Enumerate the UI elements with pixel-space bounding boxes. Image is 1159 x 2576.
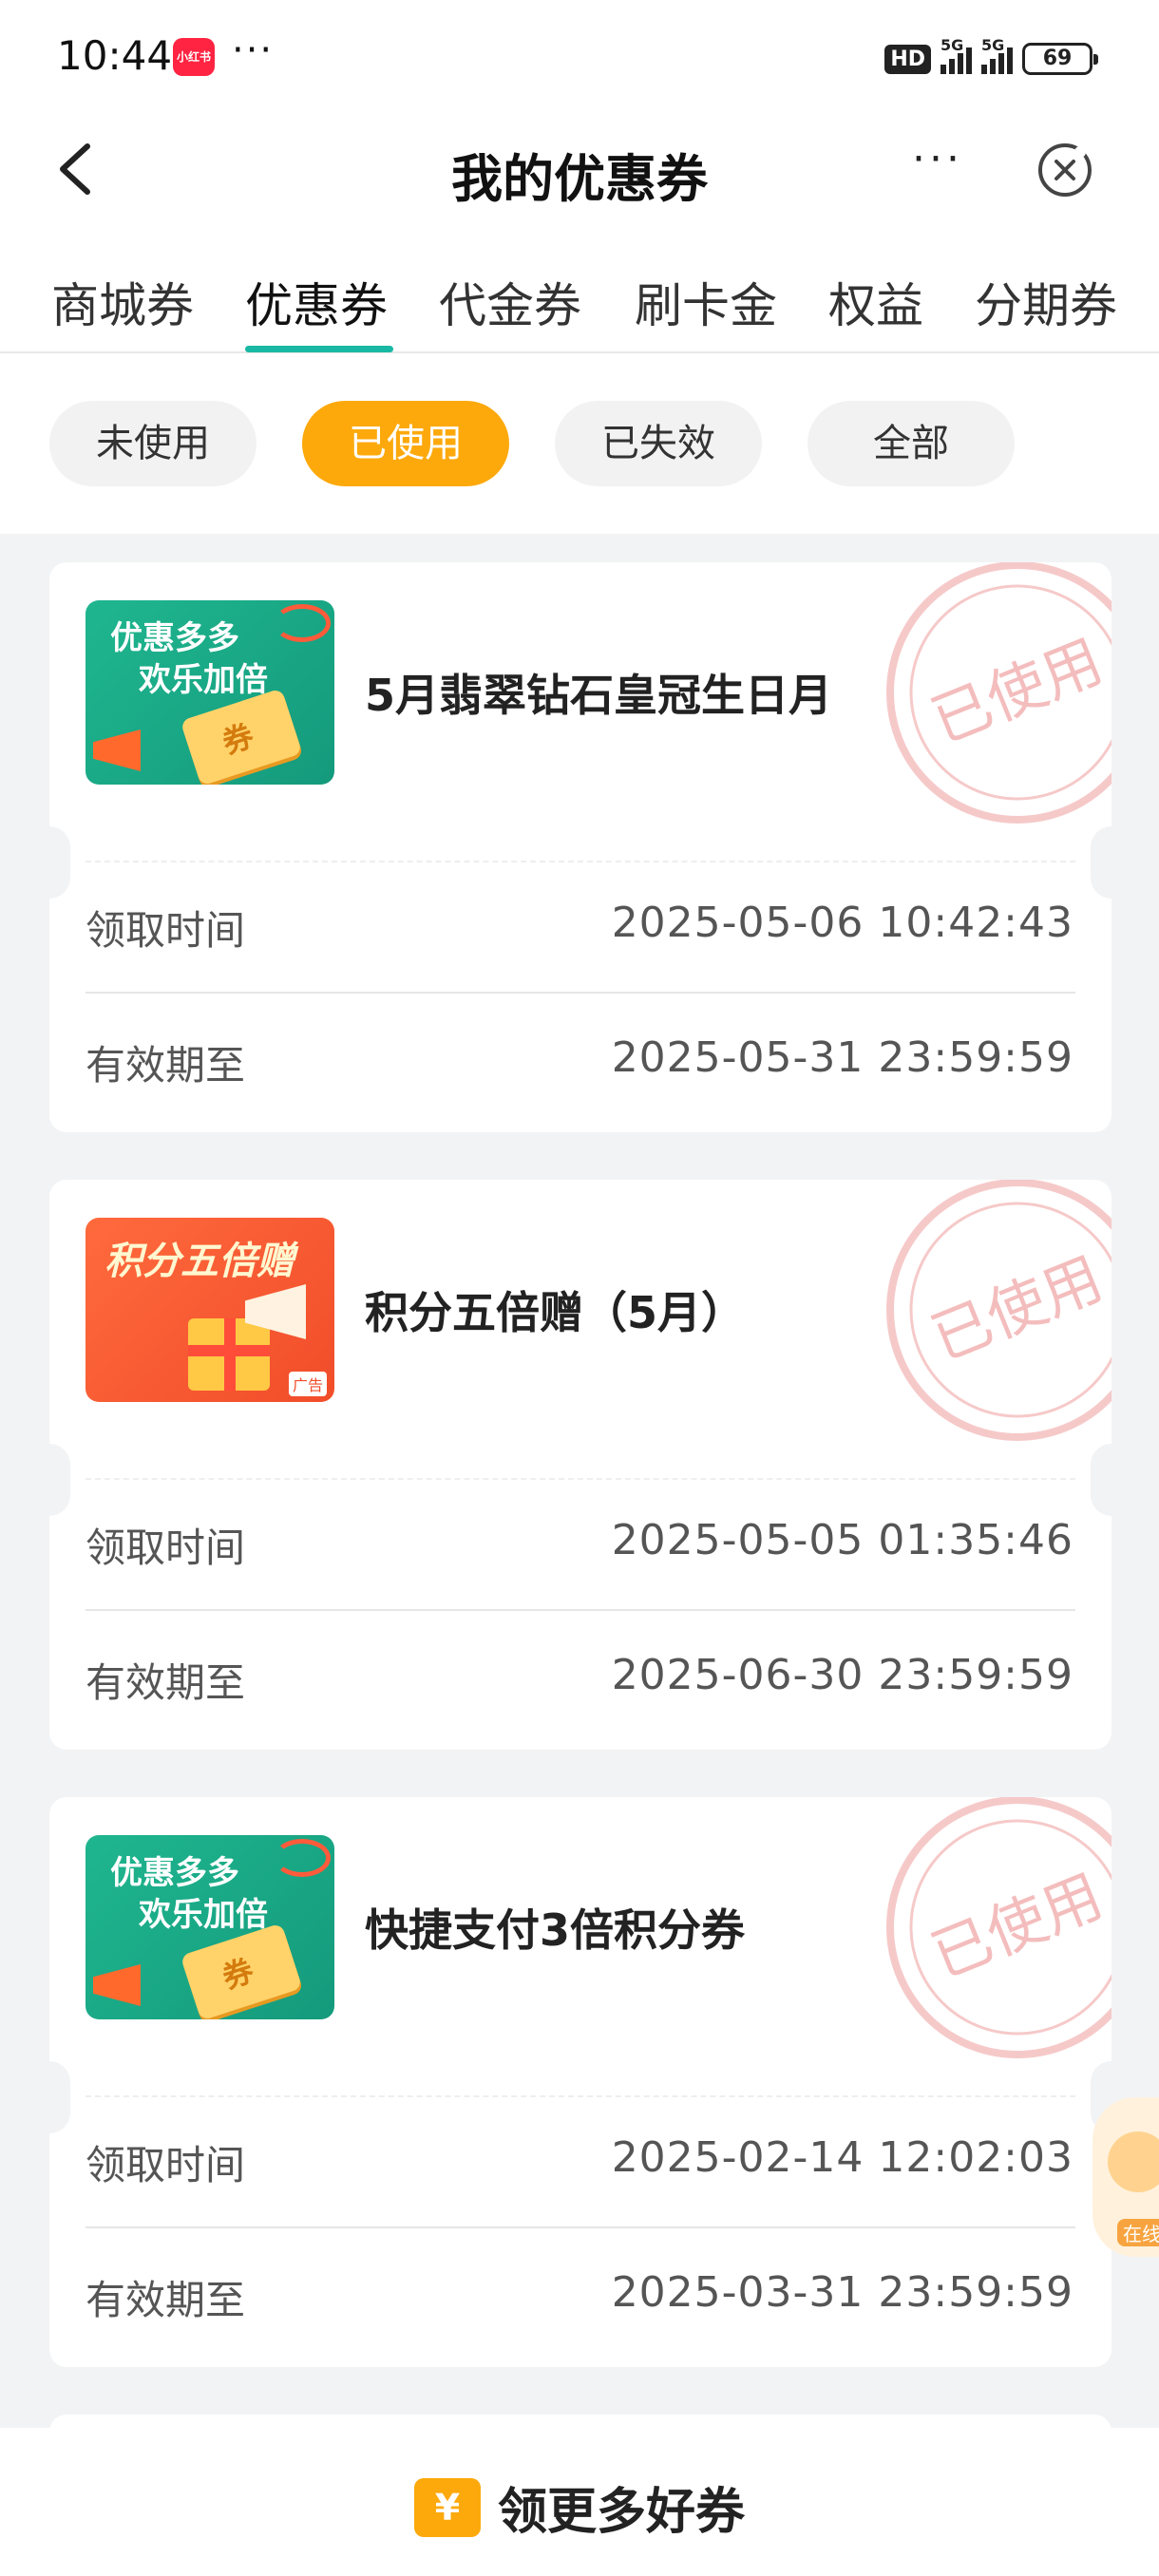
received-time-label: 领取时间	[86, 1525, 246, 1571]
coupon-title: 快捷支付3倍积分券	[365, 1904, 746, 1956]
received-time-value: 2025-02-14 12:02:03	[611, 2133, 1074, 2182]
expiry-label: 有效期至	[86, 2277, 246, 2323]
coupon-card[interactable]: 积分五倍赠 广告 积分五倍赠（5月） 已使用 领取时间 2025-05-05 0…	[49, 1180, 1112, 1750]
used-stamp-icon: 已使用	[886, 562, 1112, 824]
ticket-icon	[180, 1923, 303, 2019]
tab-installment-coupon[interactable]: 分期券	[975, 268, 1117, 336]
coupon-title: 积分五倍赠（5月）	[365, 1287, 746, 1338]
status-indicators: HD 5G 5G 69	[884, 36, 1098, 80]
gift-box-icon	[188, 1318, 270, 1391]
expiry-label: 有效期至	[86, 1659, 246, 1706]
bottom-action-bar: ¥ 领更多好券	[0, 2428, 1159, 2576]
expiry-label: 有效期至	[86, 1042, 246, 1089]
coupon-thumbnail: 优惠多多 欢乐加倍	[86, 600, 334, 785]
filter-expired[interactable]: 已失效	[555, 401, 762, 486]
more-options-icon[interactable]: ···	[912, 139, 969, 180]
status-filter-bar: 未使用 已使用 已失效 全部	[0, 353, 1159, 534]
tab-benefits[interactable]: 权益	[828, 268, 923, 336]
filter-used[interactable]: 已使用	[302, 401, 509, 486]
received-time-value: 2025-05-06 10:42:43	[611, 899, 1074, 947]
coupon-thumbnail: 优惠多多 欢乐加倍	[86, 1835, 334, 2019]
close-miniapp-icon[interactable]	[1036, 141, 1094, 199]
svg-text:已使用: 已使用	[922, 1861, 1112, 1991]
filter-all[interactable]: 全部	[808, 401, 1015, 486]
active-tab-indicator	[245, 346, 393, 352]
tab-card-cashback[interactable]: 刷卡金	[635, 268, 777, 336]
coupon-card[interactable]: 优惠多多欢乐加倍 5月翡翠钻石皇冠生日月 已使用 领取时间 2025-05-06…	[49, 562, 1112, 1132]
megaphone-icon	[93, 1964, 141, 2006]
service-icon	[1108, 2131, 1159, 2192]
coupon-thumbnail: 积分五倍赠 广告	[86, 1218, 334, 1402]
status-more-indicator: ···	[232, 28, 275, 72]
ribbon-icon	[274, 1839, 331, 1877]
tab-discount-coupon[interactable]: 优惠券	[245, 268, 388, 336]
expiry-value: 2025-03-31 23:59:59	[611, 2268, 1074, 2317]
svg-text:已使用: 已使用	[922, 1243, 1112, 1373]
battery-icon: 69	[1022, 43, 1098, 75]
coupon-card[interactable]: 优惠多多欢乐加倍 快捷支付3倍积分券 已使用 领取时间 2025-02-14 1…	[49, 1797, 1112, 2367]
hd-icon: HD	[884, 44, 931, 74]
expiry-value: 2025-05-31 23:59:59	[611, 1033, 1074, 1082]
status-bar: 10:44 小红书 ··· HD 5G 5G 69	[0, 0, 1159, 112]
used-stamp-icon: 已使用	[886, 1180, 1112, 1441]
received-time-label: 领取时间	[86, 2142, 246, 2188]
signal-icon: 5G	[940, 36, 972, 74]
get-more-coupons-button[interactable]: ¥ 领更多好券	[0, 2472, 1159, 2543]
ticket-icon	[180, 688, 303, 785]
coupon-yen-icon: ¥	[413, 2477, 481, 2537]
get-more-coupons-label: 领更多好券	[497, 2484, 745, 2541]
tab-voucher[interactable]: 代金券	[439, 268, 581, 336]
megaphone-icon	[93, 729, 141, 771]
page-title: 我的优惠券	[451, 149, 708, 209]
signal-icon: 5G	[981, 36, 1013, 74]
expiry-value: 2025-06-30 23:59:59	[611, 1651, 1074, 1699]
coupon-title: 5月翡翠钻石皇冠生日月	[365, 670, 833, 721]
filter-unused[interactable]: 未使用	[49, 401, 256, 486]
online-service-button[interactable]: 在线	[1092, 2097, 1159, 2257]
status-time: 10:44	[57, 32, 173, 79]
ribbon-icon	[274, 604, 331, 642]
received-time-value: 2025-05-05 01:35:46	[611, 1516, 1074, 1564]
nav-bar: 我的优惠券 ···	[0, 112, 1159, 226]
svg-text:已使用: 已使用	[922, 626, 1112, 756]
coupon-category-tabs: 商城券 优惠券 代金券 刷卡金 权益 分期券	[0, 226, 1159, 353]
app-notification-icon: 小红书	[173, 38, 215, 76]
used-stamp-icon: 已使用	[886, 1797, 1112, 2058]
tab-mall-coupon[interactable]: 商城券	[51, 268, 194, 336]
ad-tag: 广告	[288, 1372, 327, 1396]
received-time-label: 领取时间	[86, 907, 246, 954]
